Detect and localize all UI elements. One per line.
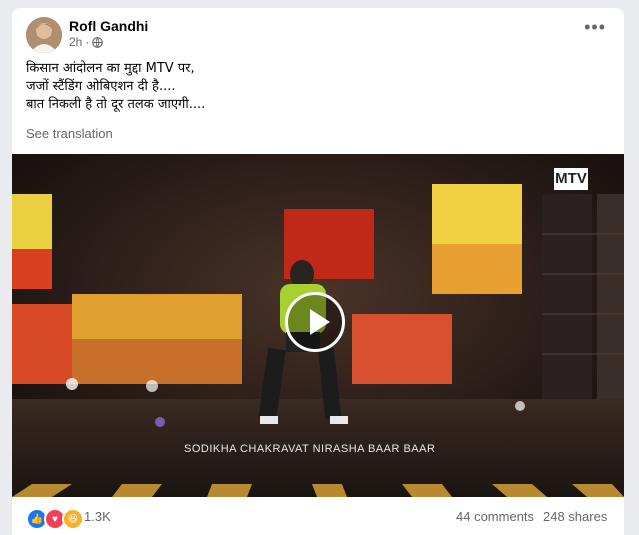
- video-player[interactable]: MTV SODIKHA CHAKRAVAT NIRASHA BAAR BAAR: [12, 154, 624, 497]
- reactions-summary[interactable]: 👍 ♥ 😆: [26, 508, 84, 530]
- post-text-line: जजों स्टैंडिंग ओबिएशन दी है....: [26, 79, 176, 94]
- reaction-count[interactable]: 1.3K: [84, 509, 111, 524]
- separator-dot: ·: [85, 35, 90, 49]
- globe-icon: [92, 36, 104, 48]
- post-text: किसान आंदोलन का मुद्दा MTV पर, जजों स्टै…: [26, 60, 205, 114]
- shares-count[interactable]: 248 shares: [543, 509, 607, 524]
- post-time[interactable]: 2h: [69, 35, 82, 49]
- haha-icon: 😆: [62, 508, 84, 530]
- post-text-line: बात निकली है तो दूर तलक जाएगी....: [26, 97, 206, 112]
- author-name[interactable]: Rofl Gandhi: [69, 18, 148, 34]
- comments-count[interactable]: 44 comments: [456, 509, 534, 524]
- post-text-line: किसान आंदोलन का मुद्दा MTV पर,: [26, 61, 195, 76]
- post-card: Rofl Gandhi 2h · ••• किसान आंदोलन का मुद…: [12, 8, 624, 535]
- mtv-logo: MTV: [554, 168, 588, 190]
- post-footer: 👍 ♥ 😆 1.3K 44 comments 248 shares: [12, 497, 624, 535]
- see-translation-link[interactable]: See translation: [26, 126, 113, 141]
- play-button-icon[interactable]: [285, 292, 345, 352]
- avatar[interactable]: [26, 17, 62, 53]
- post-meta: 2h ·: [69, 35, 104, 49]
- more-options-icon[interactable]: •••: [584, 18, 606, 36]
- video-caption: SODIKHA CHAKRAVAT NIRASHA BAAR BAAR: [184, 443, 436, 455]
